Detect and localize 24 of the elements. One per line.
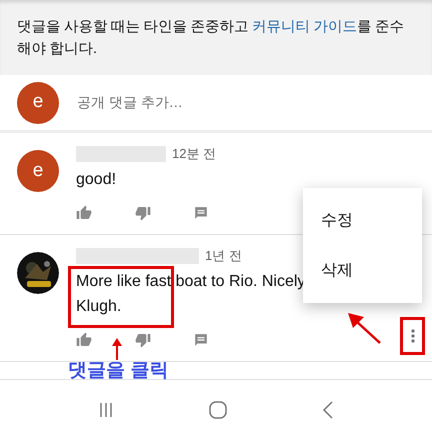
guideline-notice: 댓글을 사용할 때는 타인을 존중하고 커뮤니티 가이드를 준수해야 합니다. (17, 18, 406, 59)
comment-time: 1년 전 (205, 247, 242, 266)
avatar: e (17, 82, 59, 124)
comment-text[interactable]: good! (76, 167, 116, 192)
comment-time: 12분 전 (172, 145, 216, 164)
pointer-arrow (111, 338, 123, 360)
thumbs-down-icon[interactable] (135, 205, 151, 221)
thumbs-down-icon[interactable] (135, 332, 151, 348)
comment-text[interactable]: More like fast boat to Rio. Nicely Klugh. (76, 269, 306, 319)
annotation-label: 댓글을 클릭 (68, 362, 168, 380)
comment-input[interactable]: 공개 댓글 추가… (77, 92, 432, 113)
back-icon[interactable] (322, 401, 334, 419)
menu-item[interactable]: 수정 (321, 208, 422, 232)
thumbs-up-icon[interactable] (76, 205, 92, 221)
menu-item[interactable]: 삭제 (321, 258, 422, 282)
thumbs-up-icon[interactable] (76, 332, 92, 348)
home-icon[interactable] (208, 401, 227, 419)
more-icon[interactable] (410, 329, 414, 343)
recent-apps-icon[interactable] (98, 402, 114, 418)
reply-icon[interactable] (194, 333, 208, 347)
pointer-arrow (348, 313, 382, 345)
avatar: e (17, 150, 59, 192)
reply-icon[interactable] (194, 206, 208, 220)
community-guide-link[interactable]: 커뮤니티 가이드 (252, 19, 358, 35)
